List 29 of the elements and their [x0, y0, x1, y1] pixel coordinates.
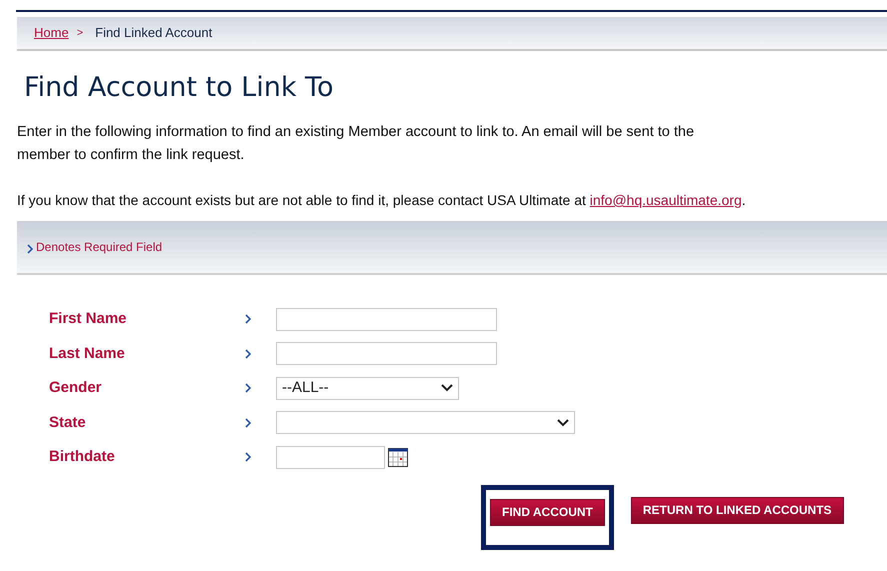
text-field[interactable]	[276, 308, 497, 331]
calendar-icon[interactable]	[388, 448, 408, 467]
required-note: Denotes Required Field	[36, 239, 162, 256]
email-link[interactable]: info@hq.usaultimate.org	[590, 192, 742, 208]
chevron-icon	[245, 452, 251, 462]
chevron-icon	[245, 348, 251, 359]
select-field[interactable]: --ALL--	[276, 376, 459, 400]
home-link[interactable]: Home	[34, 23, 69, 43]
field-label: State	[49, 412, 87, 432]
field-label: Last Name	[49, 344, 126, 364]
intro-text: Enter in the following information to find an existing Member account to link to. An email will be sent to the member to confirm the link request.	[17, 123, 696, 165]
breadcrumb-separator: >	[76, 26, 84, 41]
date-field[interactable]	[276, 446, 385, 469]
chevron-icon	[245, 314, 251, 324]
chevron-icon	[245, 383, 251, 394]
chevron-icon	[27, 244, 33, 254]
chevron-down-icon	[557, 418, 569, 427]
field-label: Gender	[49, 378, 103, 398]
field-label: First Name	[49, 309, 128, 329]
action-button[interactable]: FIND ACCOUNT	[490, 498, 605, 526]
breadcrumb-current: Find Linked Account	[95, 24, 212, 42]
chevron-icon	[245, 418, 251, 428]
page-title: Find Account to Link To	[24, 71, 334, 105]
text-field[interactable]	[276, 342, 497, 366]
select-field[interactable]	[276, 411, 575, 434]
action-button[interactable]: RETURN TO LINKED ACCOUNTS	[630, 496, 844, 524]
field-label: Birthdate	[49, 447, 116, 467]
contact-text: If you know that the account exists but are not able to find it, please contact USA Ultimate at info@hq.usaultimate.org.	[17, 191, 747, 210]
chevron-down-icon	[441, 384, 453, 392]
